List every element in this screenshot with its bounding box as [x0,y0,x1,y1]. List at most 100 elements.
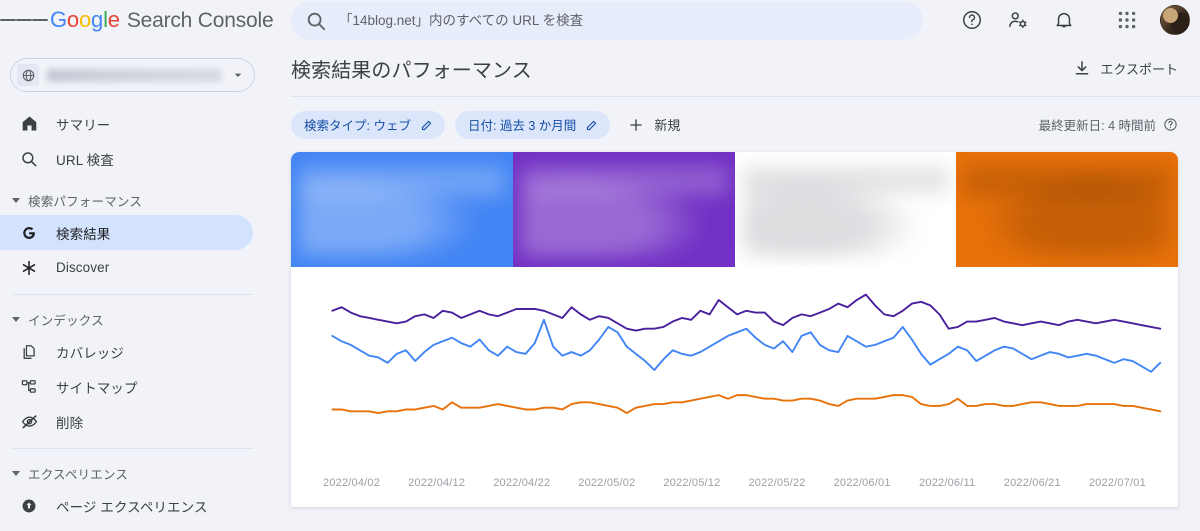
hamburger-icon[interactable] [0,0,48,40]
sidebar-item-label: サイトマップ [56,380,138,396]
filter-chip-search-type[interactable]: 検索タイプ: ウェブ [291,110,445,139]
brand-letter: e [107,7,120,32]
new-filter-label: 新規 [654,118,681,133]
metric-card-redacted-content [964,166,1170,257]
metric-card-average-position[interactable] [956,152,1178,267]
search-console-app: Google Search Console 「14blog.net」内のすべての… [0,0,1200,531]
sidebar-section-experience[interactable]: エクスペリエンス [0,458,265,488]
avatar[interactable] [1160,5,1190,35]
new-filter-button[interactable]: 新規 [628,115,680,134]
chart-x-tick: 2022/05/12 [663,477,721,489]
chart-x-tick: 2022/06/01 [833,477,891,489]
pages-copy-icon [18,341,40,363]
discover-asterisk-icon [18,257,40,279]
search-bar[interactable] [291,1,923,40]
top-bar: Google Search Console [0,0,1200,40]
sidebar-section-title: 検索パフォーマンス [28,194,143,209]
search-box[interactable] [291,1,923,40]
sidebar-divider [12,294,253,295]
sidebar-item-page-experience[interactable]: ページ エクスペリエンス [0,488,253,523]
help-circle-icon[interactable] [1163,117,1178,132]
google-g-icon [18,222,40,244]
chart-plot-area[interactable] [291,267,1178,452]
chart-x-tick: 2022/05/02 [578,477,636,489]
sidebar-item-label: 検索結果 [56,226,111,242]
filter-row: 検索タイプ: ウェブ 日付: 過去 3 か月間 新規 最終更新日: 4 時間前 [265,97,1200,152]
metric-card-total-clicks[interactable] [291,152,513,267]
chart-series-line [332,320,1160,372]
sidebar-item-label: Discover [56,260,110,275]
sidebar-item-removals[interactable]: 削除 [0,404,253,439]
sidebar-top-nav: サマリー URL 検査 [0,106,265,176]
sidebar-item-url-inspection[interactable]: URL 検査 [0,141,253,176]
performance-chart: 2022/04/02 2022/04/12 2022/04/22 2022/05/02… [291,267,1178,507]
pencil-icon [587,120,597,130]
plus-icon [630,118,643,131]
sidebar-item-coverage[interactable]: カバレッジ [0,334,253,369]
property-name-redacted [47,68,222,82]
chart-series-line [332,395,1160,413]
sidebar-section-title: エクスペリエンス [28,467,129,482]
brand-letter: o [66,7,79,32]
main-content: 検索結果のパフォーマンス エクスポート 検索タイプ: ウェブ 日付: 過去 3 … [265,40,1200,531]
brand-suffix: Search Console [126,9,274,32]
sidebar-item-label: ページ エクスペリエンス [56,499,208,515]
sidebar-item-discover[interactable]: Discover [0,250,253,285]
chart-x-tick: 2022/04/02 [323,477,381,489]
brand-letter: G [50,7,67,32]
metric-cards [291,152,1178,267]
sidebar-section-title: インデックス [28,313,104,328]
metric-card-average-ctr[interactable] [734,152,957,267]
page-title: 検索結果のパフォーマンス [291,59,532,82]
filter-chip-date-range[interactable]: 日付: 過去 3 か月間 [454,110,611,139]
search-icon [18,148,40,170]
chart-series-line [332,295,1160,331]
chart-x-axis: 2022/04/02 2022/04/12 2022/04/22 2022/05/02… [291,477,1178,489]
chart-x-tick: 2022/07/01 [1088,477,1146,489]
metric-card-redacted-content [299,166,505,257]
brand-letter: o [78,7,92,32]
caret-down-icon [12,197,20,203]
eye-off-icon [18,411,40,433]
app-brand[interactable]: Google Search Console [50,7,274,33]
download-icon [1076,60,1089,75]
chart-x-tick: 2022/04/12 [408,477,466,489]
filter-chip-label: 日付: 過去 3 か月間 [467,119,577,133]
search-input[interactable] [339,13,909,28]
filter-chip-label: 検索タイプ: ウェブ [304,119,411,133]
globe-icon [17,64,39,86]
page-header: 検索結果のパフォーマンス エクスポート [265,40,1200,96]
brand-letter: g [91,7,104,32]
metric-card-total-impressions[interactable] [512,152,735,267]
export-button[interactable]: エクスポート [1073,59,1178,78]
account-settings-icon[interactable] [998,0,1038,40]
chart-x-tick: 2022/06/21 [1003,477,1061,489]
sidebar-item-label: サマリー [56,117,111,133]
help-icon[interactable] [952,0,992,40]
caret-down-icon [12,316,20,322]
apps-grid-icon[interactable] [1107,0,1147,40]
sidebar-item-label: URL 検査 [56,152,114,168]
property-selector[interactable] [10,58,255,92]
metric-card-redacted-content [520,166,727,257]
sidebar-section-search-performance[interactable]: 検索パフォーマンス [0,185,265,215]
performance-card: 2022/04/02 2022/04/12 2022/04/22 2022/05/02… [291,152,1178,507]
chart-x-tick: 2022/06/11 [919,477,976,489]
notifications-bell-icon[interactable] [1044,0,1084,40]
search-icon [307,12,326,30]
sidebar-item-summary[interactable]: サマリー [0,106,253,141]
chevron-down-icon [234,73,242,77]
page-experience-icon [18,495,40,517]
sidebar-item-label: 削除 [56,415,84,431]
sidebar-item-search-results[interactable]: 検索結果 [0,215,253,250]
top-bar-icons [949,0,1190,40]
chart-x-tick: 2022/05/22 [748,477,806,489]
export-button-label: エクスポート [1100,61,1178,77]
sidebar-section-index[interactable]: インデックス [0,304,265,334]
sidebar: サマリー URL 検査 検索パフォーマンス 検索結果 Discover インデッ… [0,40,265,531]
pencil-icon [421,120,432,130]
caret-down-icon [12,470,20,476]
home-icon [18,113,40,135]
last-updated: 最終更新日: 4 時間前 [1039,115,1178,134]
sidebar-item-sitemaps[interactable]: サイトマップ [0,369,253,404]
